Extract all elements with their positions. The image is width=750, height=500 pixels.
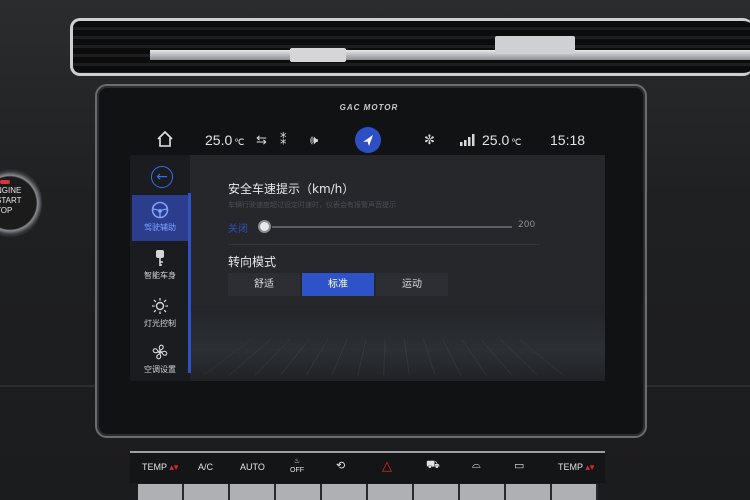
- navigation-arrow-icon: [363, 135, 373, 146]
- start-indicator: [0, 180, 10, 184]
- home-icon[interactable]: [156, 130, 174, 148]
- air-vent: [70, 18, 750, 76]
- ac-button[interactable]: A/C: [198, 462, 213, 472]
- car-air-icon: ⛟: [426, 459, 440, 471]
- sidebar-item-climate[interactable]: 空调设置: [132, 337, 188, 381]
- steering-mode-standard[interactable]: 标准: [302, 273, 374, 296]
- steering-wheel-icon: [151, 201, 169, 219]
- clock: 15:18: [550, 132, 586, 148]
- speed-alert-slider-handle[interactable]: [258, 220, 271, 233]
- temp-updown-icon: ▴▾: [169, 462, 179, 472]
- recirculation-icon: ⟲: [336, 460, 346, 472]
- engine-start-label: NGINE START TOP: [0, 186, 22, 215]
- light-icon: [152, 298, 168, 314]
- background-floor: [190, 305, 605, 381]
- sidebar-item-lighting[interactable]: 灯光控制: [132, 291, 188, 337]
- back-button[interactable]: ←: [151, 166, 173, 188]
- steering-mode-comfort[interactable]: 舒适: [228, 273, 300, 296]
- fan-status-icon[interactable]: ✼: [424, 132, 435, 148]
- hazard-icon: △: [382, 458, 392, 473]
- outside-air-button[interactable]: ⛟: [426, 459, 440, 473]
- sidebar-item-smart-body[interactable]: 智能车身: [132, 243, 188, 289]
- passenger-temp[interactable]: 25.0 ℃: [482, 132, 521, 148]
- auto-button[interactable]: AUTO: [240, 462, 265, 472]
- vent-knob-right[interactable]: [495, 36, 575, 54]
- airflow-icon[interactable]: ⁑: [280, 132, 287, 148]
- physical-keys-row[interactable]: [138, 484, 598, 500]
- front-defrost-icon: ⌓: [472, 459, 481, 471]
- sidebar: ← 驾驶辅助 智能车身 灯光控制 空调设置: [130, 155, 191, 381]
- fan-off-button[interactable]: ♨ OFF: [290, 457, 304, 475]
- speed-alert-title: 安全车速提示（km/h）: [228, 182, 355, 196]
- vent-knob[interactable]: [290, 48, 346, 62]
- sidebar-item-label: 智能车身: [144, 271, 176, 280]
- driver-temp[interactable]: 25.0 ℃: [205, 132, 244, 148]
- sidebar-scroll-indicator: [188, 193, 191, 373]
- status-bar: 25.0 ℃ ⇆ ⁑ 🕪 ✼ 25.0 ℃ 15:18: [130, 126, 605, 154]
- speed-alert-hint: 车辆行驶速度超过设定时速时，仪表会有报警声音提示: [228, 201, 396, 209]
- sidebar-item-label: 驾驶辅助: [144, 223, 176, 232]
- seat-heat-icon: ♨: [293, 458, 301, 465]
- temp-updown-icon: ▴▾: [585, 462, 595, 472]
- key-icon: [156, 250, 164, 266]
- steering-mode-sport[interactable]: 运动: [376, 273, 448, 296]
- navigation-button[interactable]: [355, 127, 381, 153]
- sidebar-item-label: 空调设置: [144, 365, 176, 374]
- rear-defrost-button[interactable]: ▭: [514, 459, 524, 472]
- temp-left-button[interactable]: TEMP ▴▾: [142, 462, 178, 473]
- vent-trim: [150, 50, 750, 60]
- steering-mode-title: 转向模式: [228, 255, 277, 269]
- volume-icon[interactable]: 🕪: [310, 132, 318, 148]
- fan-icon: [152, 344, 168, 360]
- temp-right-button[interactable]: TEMP ▴▾: [558, 462, 594, 473]
- hazard-button[interactable]: △: [382, 458, 392, 474]
- sidebar-item-driving-assist[interactable]: 驾驶辅助: [132, 195, 188, 241]
- brand-logo: GAC MOTOR: [339, 103, 399, 112]
- seat-fan-icon[interactable]: ⇆: [256, 132, 267, 148]
- speed-alert-max-label: 200: [518, 220, 536, 230]
- rear-defrost-icon: ▭: [514, 460, 525, 472]
- divider: [228, 244, 540, 245]
- speed-alert-slider-track[interactable]: [272, 226, 512, 228]
- sidebar-item-label: 灯光控制: [144, 319, 176, 328]
- settings-screen: ← 驾驶辅助 智能车身 灯光控制 空调设置 安全车速提示（km/h） 车辆行驶速…: [130, 155, 605, 381]
- driving-assist-panel: 安全车速提示（km/h） 车辆行驶速度超过设定时速时，仪表会有报警声音提示 关闭…: [228, 180, 558, 296]
- signal-strength-icon: [460, 134, 475, 146]
- recirculation-button[interactable]: ⟲: [336, 459, 345, 472]
- climate-control-bar: TEMP ▴▾ A/C AUTO ♨ OFF ⟲ △ ⛟ ⌓ ▭ TEMP ▴▾: [130, 451, 605, 483]
- front-defrost-button[interactable]: ⌓: [472, 459, 481, 472]
- back-arrow-icon: ←: [156, 169, 168, 185]
- speed-alert-value-label: 关闭: [228, 224, 248, 235]
